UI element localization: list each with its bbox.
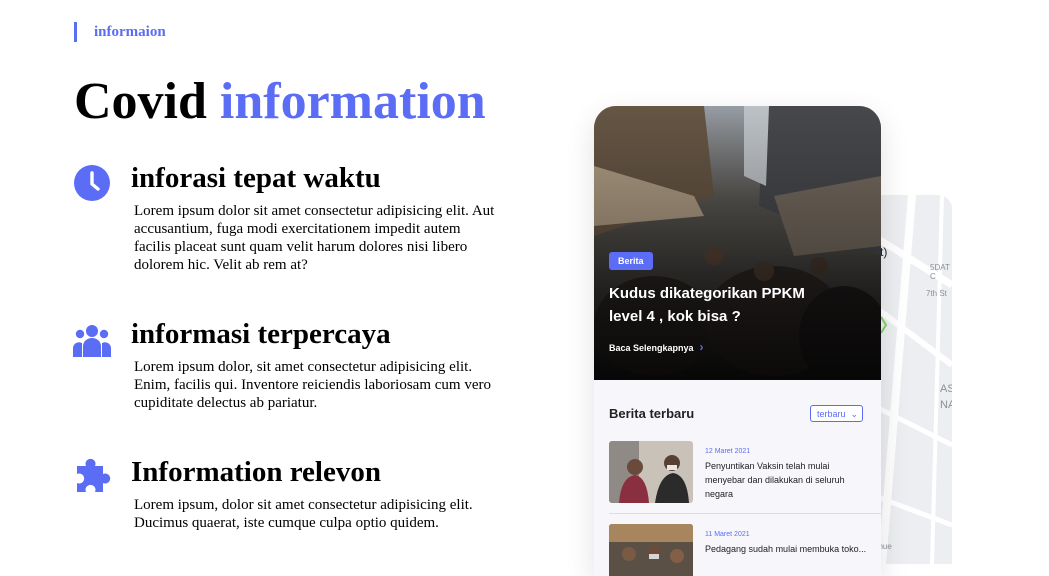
title-main: Covid xyxy=(74,73,207,130)
map-preview-card: t) 5DAT C 7th St AS NA enue xyxy=(872,195,952,564)
sort-dropdown[interactable]: terbaru ⌄ xyxy=(810,405,863,422)
news-item[interactable]: 11 Maret 2021 Pedagang sudah mulai membu… xyxy=(609,524,871,576)
hero-photo xyxy=(594,106,881,380)
chevron-down-icon: ⌄ xyxy=(850,409,858,419)
category-badge: Berita xyxy=(609,252,653,270)
feature-description: Lorem ipsum dolor sit amet consectetur a… xyxy=(134,203,495,273)
map-label: AS xyxy=(940,383,952,395)
news-date: 11 Maret 2021 xyxy=(705,531,750,538)
news-thumbnail xyxy=(609,441,693,503)
divider xyxy=(609,513,881,514)
feature-title: Information relevon xyxy=(131,456,381,488)
clock-icon xyxy=(73,164,111,202)
news-date: 12 Maret 2021 xyxy=(705,448,751,455)
users-icon xyxy=(73,320,111,358)
map-label: NA xyxy=(940,399,952,411)
read-more-label: Baca Selengkapnya xyxy=(609,343,694,353)
hero-banner[interactable]: Berita Kudus dikategorikan PPKM level 4 … xyxy=(594,106,881,380)
puzzle-icon xyxy=(73,458,111,496)
feature-title: informasi terpercaya xyxy=(131,318,391,350)
news-item[interactable]: 12 Maret 2021 Penyuntikan Vaksin telah m… xyxy=(609,441,871,503)
chevron-right-icon: › xyxy=(699,340,704,354)
title-accent: information xyxy=(219,73,486,130)
map-label: t) xyxy=(880,245,888,259)
feature-description: Lorem ipsum, dolor sit amet consectetur … xyxy=(134,497,473,531)
phone-mockup: Berita Kudus dikategorikan PPKM level 4 … xyxy=(594,106,881,576)
feature-description: Lorem ipsum dolor, sit amet consectetur … xyxy=(134,359,491,411)
section-eyebrow: informaion xyxy=(74,22,166,42)
hero-headline: Kudus dikategorikan PPKM level 4 , kok b… xyxy=(609,285,805,325)
map-label: 5DAT C xyxy=(930,263,950,281)
page-title: Covid information xyxy=(74,70,486,134)
sort-label: terbaru xyxy=(817,409,846,419)
news-thumbnail xyxy=(609,524,693,576)
read-more-link[interactable]: Baca Selengkapnya › xyxy=(609,340,704,354)
news-headline: Penyuntikan Vaksin telah mulai menyebar … xyxy=(705,461,845,499)
map-label: 7th St xyxy=(926,289,947,298)
news-headline: Pedagang sudah mulai membuka toko... xyxy=(705,544,867,554)
feature-title: inforasi tepat waktu xyxy=(131,162,381,194)
latest-news-title: Berita terbaru xyxy=(609,406,695,421)
